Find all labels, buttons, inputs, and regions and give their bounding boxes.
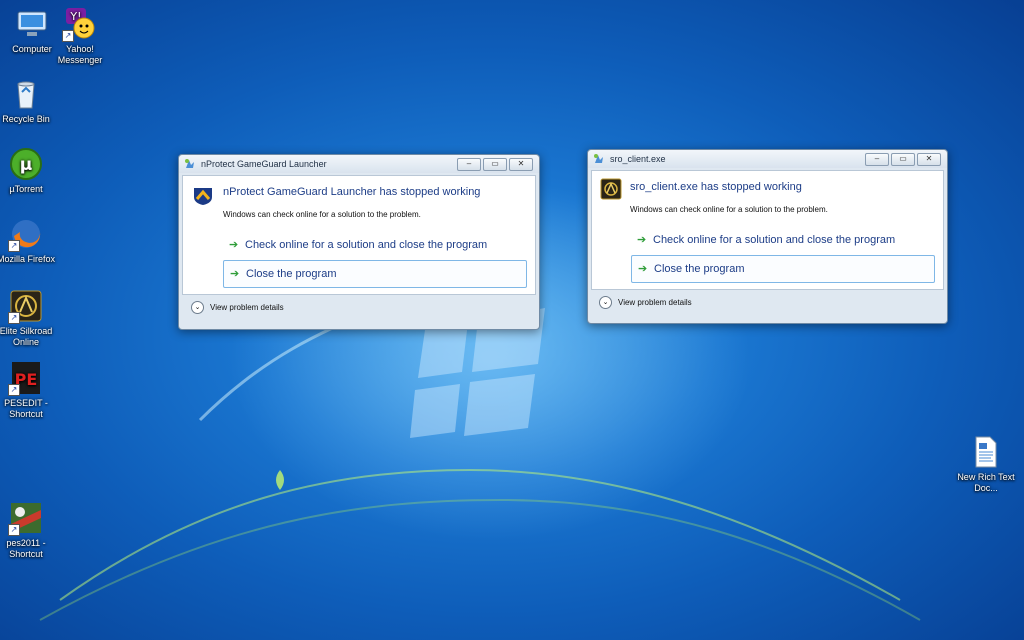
arrow-right-icon: ➔ [230,268,240,280]
gameguard-icon [194,188,212,205]
dialog-titlebar[interactable]: nProtect GameGuard Launcher – ▭ ✕ [179,155,539,173]
desktop-icon-utorrent[interactable]: µ µTorrent [0,146,56,195]
details-label: View problem details [210,303,284,312]
chevron-down-icon: ⌄ [191,301,204,315]
recycle-bin-icon [8,76,44,112]
desktop-icon-firefox[interactable]: ↗ Mozilla Firefox [0,216,56,265]
option-label: Check online for a solution and close th… [653,234,896,246]
desktop-icon-yahoo-messenger[interactable]: Y! ↗ Yahoo! Messenger [50,6,110,66]
silkroad-icon [600,178,622,200]
details-label: View problem details [618,298,692,307]
yahoo-messenger-icon: Y! ↗ [62,6,98,42]
rich-text-document-icon [968,434,1004,470]
check-online-option[interactable]: ➔ Check online for a solution and close … [631,227,933,253]
pesedit-icon: PE ↗ [8,360,44,396]
desktop-icon-elite-silkroad[interactable]: ↗ Elite Silkroad Online [0,288,56,348]
dialog-content: sro_client.exe has stopped working Windo… [591,170,944,290]
desktop-icon-recycle-bin[interactable]: Recycle Bin [0,76,56,125]
dialog-titlebar[interactable]: sro_client.exe – ▭ ✕ [588,150,947,168]
close-button[interactable]: ✕ [917,153,941,166]
shortcut-arrow-icon: ↗ [8,524,20,536]
desktop-icon-pes2011[interactable]: ↗ pes2011 - Shortcut [0,500,56,560]
close-button[interactable]: ✕ [509,158,533,171]
option-label: Close the program [246,268,337,280]
arrow-right-icon: ➔ [637,234,647,246]
error-reporting-icon [185,159,194,168]
svg-text:µ: µ [20,155,33,175]
chevron-down-icon: ⌄ [599,296,612,310]
maximize-button[interactable]: ▭ [891,153,915,166]
maximize-button[interactable]: ▭ [483,158,507,171]
silkroad-icon: ↗ [8,288,44,324]
arrow-right-icon: ➔ [229,239,239,251]
desktop-icon-label: Elite Silkroad Online [0,326,53,347]
close-program-option[interactable]: ➔ Close the program [631,255,935,283]
error-reporting-icon [594,154,603,163]
computer-icon [14,6,50,42]
dialog-content: nProtect GameGuard Launcher has stopped … [182,175,536,295]
utorrent-icon: µ [8,146,44,182]
view-problem-details-toggle[interactable]: ⌄ View problem details [599,296,692,310]
desktop-icon-label: µTorrent [9,184,43,194]
desktop-icon-label: Yahoo! Messenger [57,44,103,65]
shortcut-arrow-icon: ↗ [8,240,20,252]
desktop-icon-label: PESEDIT - Shortcut [4,398,48,419]
desktop-icon-label: pes2011 - Shortcut [6,538,46,559]
dialog-title: nProtect GameGuard Launcher [201,159,327,169]
dialog-headline: sro_client.exe has stopped working [630,181,802,193]
check-online-option[interactable]: ➔ Check online for a solution and close … [223,232,525,258]
error-dialog-sro-client: sro_client.exe – ▭ ✕ sro_client.exe has … [587,149,948,324]
firefox-icon: ↗ [8,216,44,252]
dialog-headline: nProtect GameGuard Launcher has stopped … [223,186,481,198]
desktop-icon-label: Mozilla Firefox [0,254,55,264]
minimize-button[interactable]: – [865,153,889,166]
error-dialog-gameguard: nProtect GameGuard Launcher – ▭ ✕ nProte… [178,154,540,330]
shortcut-arrow-icon: ↗ [8,384,20,396]
option-label: Check online for a solution and close th… [245,239,488,251]
desktop-icon-label: Recycle Bin [2,114,50,124]
desktop-icon-pesedit[interactable]: PE ↗ PESEDIT - Shortcut [0,360,56,420]
desktop-icon-new-rich-text-doc[interactable]: New Rich Text Doc... [956,434,1016,494]
view-problem-details-toggle[interactable]: ⌄ View problem details [191,301,284,315]
shortcut-arrow-icon: ↗ [8,312,20,324]
pes2011-icon: ↗ [8,500,44,536]
option-label: Close the program [654,263,745,275]
dialog-subtext: Windows can check online for a solution … [630,205,828,214]
arrow-right-icon: ➔ [638,263,648,275]
shortcut-arrow-icon: ↗ [62,30,74,42]
dialog-subtext: Windows can check online for a solution … [223,210,421,219]
close-program-option[interactable]: ➔ Close the program [223,260,527,288]
desktop-icon-label: New Rich Text Doc... [957,472,1015,493]
minimize-button[interactable]: – [457,158,481,171]
dialog-title: sro_client.exe [610,154,666,164]
